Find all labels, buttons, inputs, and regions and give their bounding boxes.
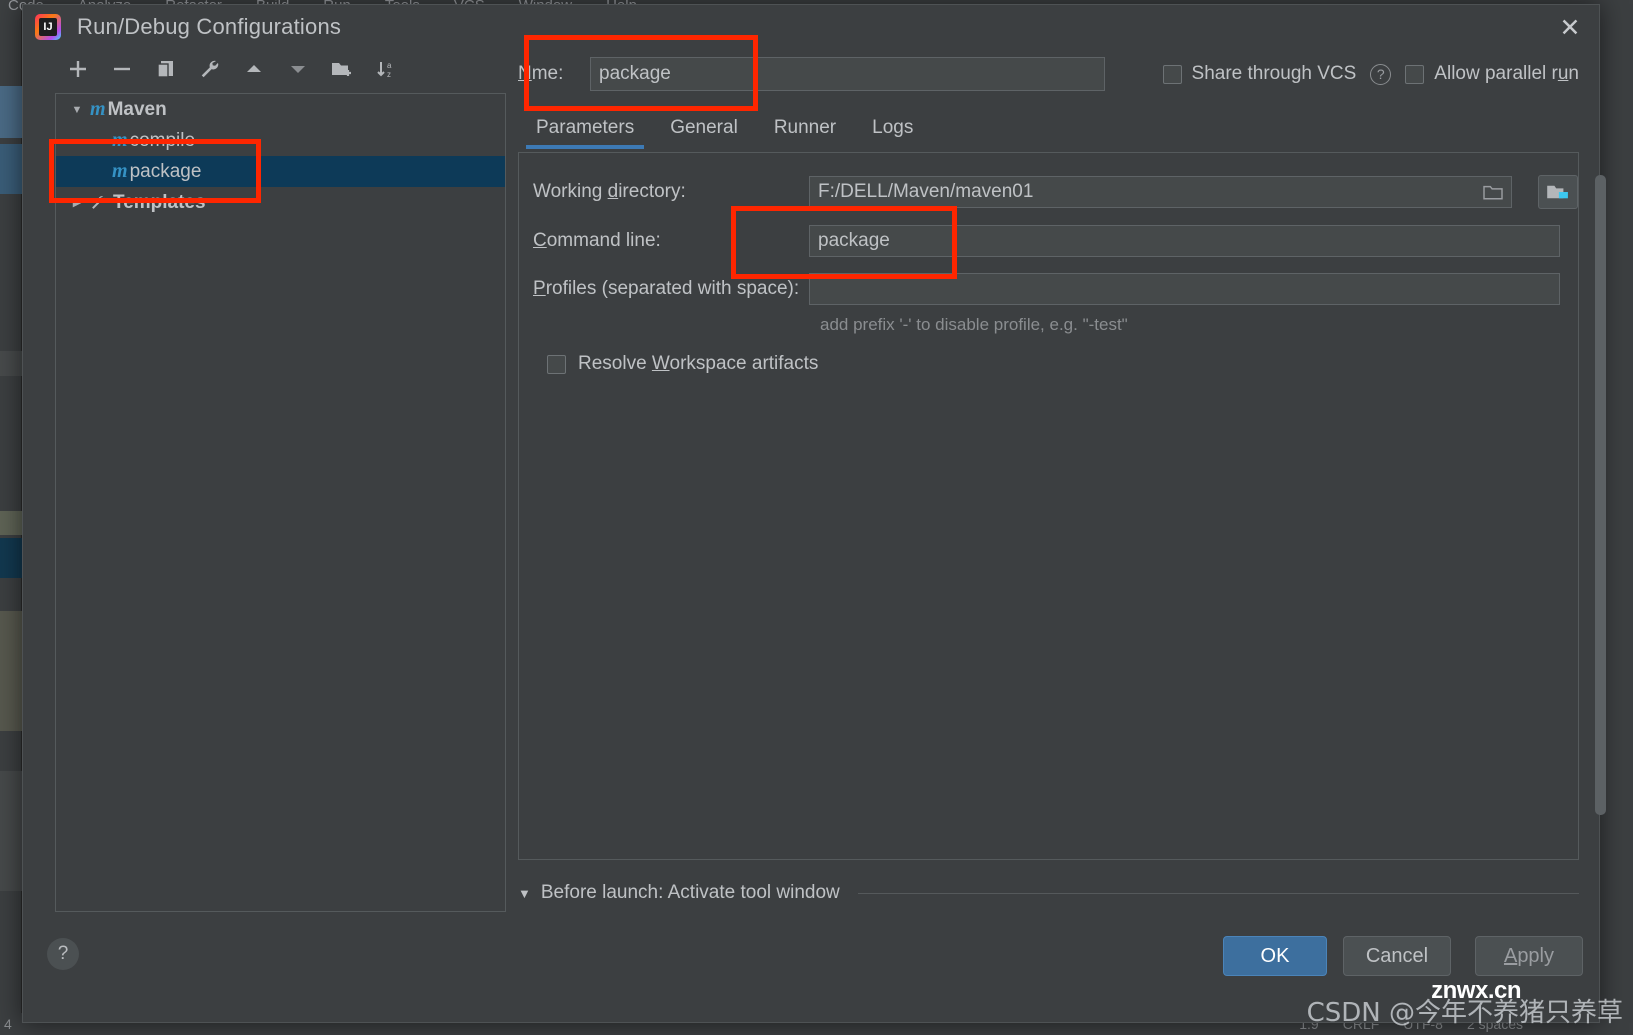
editor-band <box>0 611 22 731</box>
share-through-vcs-label: Share through VCS <box>1191 63 1357 84</box>
profiles-row: Profiles (separated with space): <box>533 273 1578 305</box>
name-input[interactable] <box>590 57 1105 91</box>
cancel-button[interactable]: Cancel <box>1343 936 1451 976</box>
maven-icon: m <box>112 129 128 151</box>
tab-runner[interactable]: Runner <box>756 117 854 149</box>
tab-general[interactable]: General <box>652 117 756 149</box>
checkbox-box[interactable] <box>1405 64 1425 84</box>
editor-band <box>0 538 22 578</box>
tree-node-templates[interactable]: ▶ Templates <box>56 187 505 218</box>
move-down-arrow-icon[interactable] <box>283 54 313 84</box>
maven-icon: m <box>112 160 128 182</box>
configuration-editor-pane: Nme: Share through VCS ? Allow parallel … <box>518 49 1606 912</box>
remove-configuration-button[interactable] <box>107 54 137 84</box>
expander-triangle-icon[interactable]: ▶ <box>64 196 90 209</box>
parameters-tab-panel: Working directory: Command line: <box>518 152 1606 860</box>
configurations-tree[interactable]: ▼ m Maven m compile m package ▶ Template… <box>55 93 506 912</box>
checkbox-box[interactable] <box>1162 64 1182 84</box>
configurations-left-pane: a z ▼ m Maven m compile m package ▶ Temp… <box>33 49 506 912</box>
close-icon[interactable]: ✕ <box>1555 13 1585 43</box>
svg-text:z: z <box>387 70 391 79</box>
status-line-number: 4 <box>4 1016 12 1032</box>
copy-configuration-icon[interactable] <box>151 54 181 84</box>
collapse-triangle-icon[interactable]: ▼ <box>518 886 531 901</box>
intellij-idea-logo-icon <box>35 14 61 40</box>
help-button[interactable]: ? <box>47 938 79 970</box>
configuration-name-row: Nme: Share through VCS ? Allow parallel … <box>518 49 1579 99</box>
new-folder-icon[interactable] <box>327 54 357 84</box>
editor-band <box>0 511 22 535</box>
working-directory-input[interactable] <box>809 176 1512 208</box>
move-up-arrow-icon[interactable] <box>239 54 269 84</box>
sort-az-icon[interactable]: a z <box>371 54 401 84</box>
editor-band <box>0 144 22 194</box>
share-through-vcs-checkbox[interactable]: Share through VCS <box>1162 63 1357 85</box>
profiles-label: Profiles (separated with space): <box>533 278 800 299</box>
browse-folder-button[interactable] <box>1538 175 1578 209</box>
working-directory-row: Working directory: <box>533 175 1578 209</box>
tree-node-package[interactable]: m package <box>56 156 505 187</box>
allow-parallel-run-label: Allow parallel run <box>1434 63 1579 84</box>
command-line-input[interactable] <box>809 225 1560 257</box>
before-launch-label: Before launch: Activate tool window <box>540 882 840 903</box>
tree-node-label: compile <box>129 129 196 151</box>
profiles-hint-text: add prefix '-' to disable profile, e.g. … <box>820 315 1128 334</box>
dialog-title: Run/Debug Configurations <box>77 14 342 39</box>
editor-band <box>0 86 22 138</box>
expander-triangle-icon[interactable]: ▼ <box>64 104 90 116</box>
working-directory-label: Working directory: <box>533 181 686 202</box>
wrench-icon <box>90 194 107 211</box>
profiles-input[interactable] <box>809 273 1560 305</box>
resolve-workspace-artifacts-checkbox[interactable]: Resolve Workspace artifacts <box>547 353 1578 375</box>
add-configuration-button[interactable] <box>63 54 93 84</box>
divider <box>857 892 1579 894</box>
panel-scrollbar[interactable] <box>1595 153 1606 859</box>
tree-node-label: Maven <box>107 98 167 120</box>
edit-templates-wrench-icon[interactable] <box>195 54 225 84</box>
configurations-toolbar: a z <box>33 49 506 89</box>
tab-parameters[interactable]: Parameters <box>518 117 652 149</box>
tree-node-label: Templates <box>113 191 206 213</box>
tree-node-compile[interactable]: m compile <box>56 125 505 156</box>
configuration-options: Share through VCS ? Allow parallel run <box>1162 63 1579 85</box>
before-launch-section[interactable]: ▼ Before launch: Activate tool window <box>518 882 1579 904</box>
working-directory-input-wrap <box>809 176 1512 208</box>
run-debug-configurations-dialog: Run/Debug Configurations ✕ <box>22 4 1606 1023</box>
ok-button[interactable]: OK <box>1223 936 1327 976</box>
editor-band <box>0 351 22 376</box>
name-label-text: me: <box>531 63 564 84</box>
allow-parallel-run-checkbox[interactable]: Allow parallel run <box>1405 63 1579 85</box>
maven-icon: m <box>90 98 106 120</box>
editor-band <box>0 771 22 891</box>
dialog-title-bar: Run/Debug Configurations ✕ <box>23 5 1599 49</box>
apply-button[interactable]: Apply <box>1475 936 1583 976</box>
tab-logs[interactable]: Logs <box>854 117 931 149</box>
svg-text:a: a <box>387 61 392 70</box>
command-line-label: Command line: <box>533 230 661 251</box>
name-accel: N <box>518 63 532 84</box>
tree-node-label: package <box>129 160 202 182</box>
ide-left-tool-strip <box>0 11 22 1035</box>
command-line-input-wrap <box>809 225 1560 257</box>
profiles-input-wrap <box>809 273 1560 305</box>
folder-icon[interactable] <box>1482 183 1504 201</box>
resolve-workspace-artifacts-label: Resolve Workspace artifacts <box>578 353 819 374</box>
tree-node-maven[interactable]: ▼ m Maven <box>56 94 505 125</box>
watermark-logo: znwx.cn <box>1431 977 1521 1004</box>
checkbox-box[interactable] <box>547 354 566 374</box>
configuration-tabs[interactable]: Parameters General Runner Logs <box>518 103 1579 149</box>
command-line-row: Command line: <box>533 225 1578 257</box>
help-icon[interactable]: ? <box>1370 63 1392 85</box>
scrollbar-thumb[interactable] <box>1595 175 1606 815</box>
name-label: Nme: <box>518 63 590 85</box>
